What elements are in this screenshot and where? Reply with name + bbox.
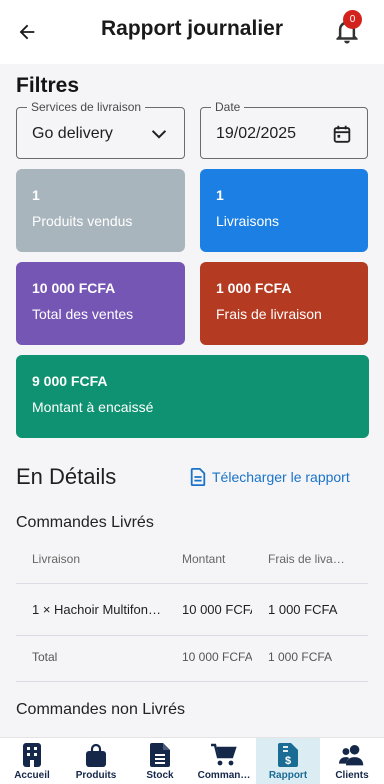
nav-item-rapport[interactable]: $ Rapport	[256, 738, 320, 784]
building-icon	[23, 743, 41, 767]
undelivered-orders-title: Commandes non Livrés	[16, 701, 185, 718]
divider	[16, 681, 368, 682]
nav-label: Stock	[146, 770, 174, 781]
stat-card-total-sales: 10 000 FCFA Total des ventes	[16, 262, 185, 345]
column-header: Montant	[182, 552, 226, 566]
document-list-icon	[150, 743, 170, 767]
stat-card-products-sold: 1 Produits vendus	[16, 169, 185, 252]
nav-item-stock[interactable]: Stock	[128, 738, 192, 784]
total-fees: 1 000 FCFA	[268, 650, 333, 664]
nav-label: Clients	[335, 770, 369, 781]
divider	[16, 635, 368, 636]
divider	[16, 583, 368, 584]
page-title: Rapport journalier	[100, 17, 284, 40]
document-download-icon	[190, 468, 206, 486]
download-report-label: Télecharger le rapport	[212, 469, 350, 485]
filters-title: Filtres	[16, 74, 80, 97]
delivery-service-label: Services de livraison	[27, 100, 146, 114]
stat-label: Frais de livraison	[216, 306, 322, 322]
column-header: Livraison	[32, 552, 81, 566]
stat-label: Produits vendus	[32, 213, 133, 229]
stat-value: 1	[32, 187, 40, 203]
stat-label: Livraisons	[216, 213, 280, 229]
chevron-down-icon	[151, 130, 167, 139]
svg-text:$: $	[285, 755, 291, 767]
stat-card-delivery-fees: 1 000 FCFA Frais de livraison	[200, 262, 368, 345]
cell-amount: 10 000 FCFA	[182, 601, 252, 617]
delivery-service-value: Go delivery	[32, 125, 113, 142]
stat-label: Montant à encaissé	[32, 399, 154, 415]
stat-value: 10 000 FCFA	[32, 280, 116, 296]
users-icon	[339, 745, 364, 766]
nav-item-accueil[interactable]: Accueil	[0, 738, 64, 784]
nav-label: Rapport	[268, 770, 308, 781]
nav-label: Accueil	[14, 770, 50, 781]
stat-card-amount-to-collect: 9 000 FCFA Montant à encaissé	[16, 355, 369, 438]
main-content: Filtres Services de livraison Go deliver…	[0, 64, 384, 737]
download-report-link[interactable]: Télecharger le rapport	[190, 468, 350, 486]
stat-value: 1	[216, 187, 224, 203]
app-bar: Rapport journalier 0	[0, 0, 384, 64]
cart-icon	[211, 743, 237, 766]
stat-card-deliveries: 1 Livraisons	[200, 169, 368, 252]
cell-fees: 1 000 FCFA	[268, 601, 338, 617]
stat-label: Total des ventes	[32, 306, 134, 322]
bottom-navigation: Accueil Produits Stock Comman… $ Rapport…	[0, 737, 384, 784]
date-value: 19/02/2025	[216, 125, 297, 142]
nav-item-produits[interactable]: Produits	[64, 738, 128, 784]
date-field[interactable]: Date 19/02/2025	[200, 100, 368, 159]
column-header: Frais de liva…	[268, 552, 345, 566]
table-row[interactable]: 1 × Hachoir Multifon… 10 000 FCFA 1 000 …	[16, 590, 368, 628]
table-total-row: Total 10 000 FCFA 1 000 FCFA	[16, 638, 368, 676]
delivery-service-select[interactable]: Services de livraison Go delivery	[16, 100, 185, 159]
stat-value: 1 000 FCFA	[216, 280, 292, 296]
nav-label: Produits	[75, 770, 117, 781]
total-label: Total	[32, 650, 58, 664]
nav-item-commandes[interactable]: Comman…	[192, 738, 256, 784]
bag-icon	[86, 743, 106, 767]
cell-delivery: 1 × Hachoir Multifon…	[32, 601, 161, 617]
calendar-icon[interactable]	[331, 123, 353, 145]
total-amount: 10 000 FCFA	[182, 650, 252, 664]
nav-label: Comman…	[197, 770, 251, 781]
date-label: Date	[211, 100, 245, 114]
table-header: Livraison Montant Frais de liva…	[16, 540, 368, 578]
notification-badge: 0	[343, 10, 362, 29]
invoice-dollar-icon: $	[278, 743, 298, 767]
nav-item-clients[interactable]: Clients	[320, 738, 384, 784]
delivered-orders-title: Commandes Livrés	[16, 514, 154, 531]
stat-value: 9 000 FCFA	[32, 373, 108, 389]
details-title: En Détails	[16, 464, 117, 489]
